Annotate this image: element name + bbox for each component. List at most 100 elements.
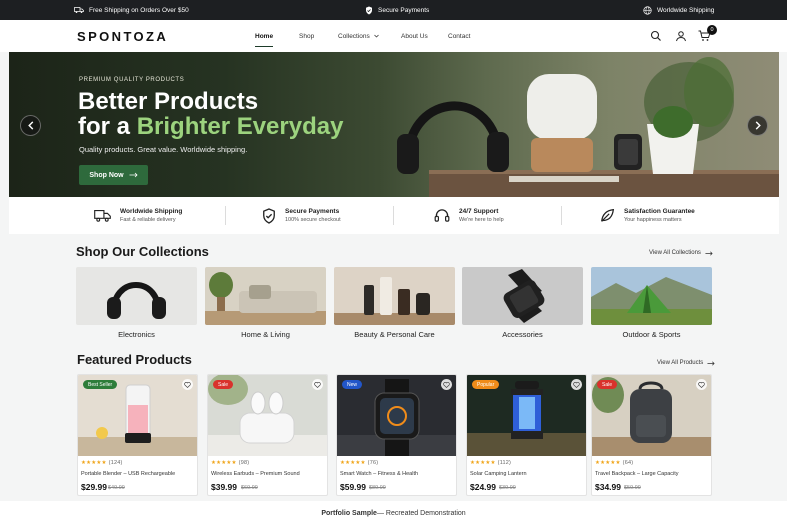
hero-title-line1: Better Products bbox=[78, 88, 259, 115]
chevron-down-icon bbox=[374, 34, 379, 38]
feature-title: 24/7 Support bbox=[459, 208, 499, 215]
feature-title: Secure Payments bbox=[285, 208, 340, 215]
footer-text: — Recreated Demonstration bbox=[376, 509, 466, 517]
collection-card-accessories[interactable]: Accessories bbox=[462, 267, 583, 339]
feature-subtitle: Your happiness matters bbox=[624, 217, 682, 223]
user-icon[interactable] bbox=[675, 30, 687, 42]
feature-subtitle: We're here to help bbox=[459, 217, 504, 223]
wishlist-button[interactable] bbox=[571, 379, 582, 390]
product-card[interactable]: Sale ★★★★★ (98) Wireless Earbuds – Premiu… bbox=[207, 374, 328, 496]
cart-count-badge: 0 bbox=[707, 25, 717, 35]
features-strip: Worldwide Shipping Fast & reliable delive… bbox=[9, 197, 779, 234]
worldwide-shipping-text: Worldwide Shipping bbox=[657, 6, 715, 14]
wishlist-button[interactable] bbox=[441, 379, 452, 390]
feature-subtitle: Fast & reliable delivery bbox=[120, 217, 176, 223]
truck-icon bbox=[94, 209, 111, 222]
wishlist-button[interactable] bbox=[312, 379, 323, 390]
product-rating: ★★★★★ (98) bbox=[211, 460, 249, 466]
collection-label: Outdoor & Sports bbox=[622, 330, 681, 339]
feature-subtitle: 100% secure checkout bbox=[285, 217, 341, 223]
product-price: $39.99 bbox=[211, 482, 237, 492]
collection-card-outdoor[interactable]: Outdoor & Sports bbox=[591, 267, 712, 339]
product-card[interactable]: Sale ★★★★★ (64) Travel Backpack – Large C… bbox=[591, 374, 712, 496]
feature-worldwide-shipping: Worldwide Shipping Fast & reliable delive… bbox=[94, 197, 182, 234]
worldwide-shipping-notice: Worldwide Shipping bbox=[643, 0, 714, 20]
arrow-right-icon bbox=[705, 250, 713, 256]
review-count: (124) bbox=[108, 460, 123, 466]
view-all-products-link[interactable]: View All Products bbox=[657, 360, 715, 366]
product-name[interactable]: Solar Camping Lantern bbox=[470, 471, 527, 477]
wishlist-button[interactable] bbox=[696, 379, 707, 390]
star-rating: ★★★★★ bbox=[340, 460, 366, 466]
product-old-price: $59.99 bbox=[624, 485, 641, 491]
footer-bold-text: Portfolio Sample bbox=[321, 509, 377, 517]
product-card[interactable]: Popular ★★★★★ (112) Solar Camping Lantern… bbox=[466, 374, 587, 496]
collection-card-beauty[interactable]: Beauty & Personal Care bbox=[334, 267, 455, 339]
product-old-price: $89.99 bbox=[369, 485, 386, 491]
collection-label: Beauty & Personal Care bbox=[354, 330, 435, 339]
star-rating: ★★★★★ bbox=[81, 460, 107, 466]
shield-icon bbox=[263, 207, 275, 224]
heart-icon bbox=[184, 381, 191, 388]
review-count: (76) bbox=[367, 460, 379, 466]
product-old-price: $39.99 bbox=[499, 485, 516, 491]
nav-about[interactable]: About Us bbox=[401, 20, 428, 52]
collection-card-electronics[interactable]: Electronics bbox=[76, 267, 197, 339]
arrow-right-icon bbox=[707, 360, 715, 366]
free-shipping-notice: Free Shipping on Orders Over $50 bbox=[74, 0, 189, 20]
hero-subtitle: Quality products. Great value. Worldwide… bbox=[79, 145, 248, 154]
product-price: $34.99 bbox=[595, 482, 621, 492]
collection-image bbox=[76, 267, 197, 325]
view-all-products-label: View All Products bbox=[657, 360, 704, 366]
brand-logo[interactable]: SPONTOZA bbox=[77, 29, 168, 44]
product-name[interactable]: Portable Blender – USB Rechargeable bbox=[81, 471, 175, 477]
product-rating: ★★★★★ (64) bbox=[595, 460, 633, 466]
feature-title: Worldwide Shipping bbox=[120, 208, 183, 215]
heart-icon bbox=[573, 381, 580, 388]
product-rating: ★★★★★ (124) bbox=[81, 460, 123, 466]
chevron-left-icon bbox=[27, 121, 33, 130]
collections-title: Shop Our Collections bbox=[76, 244, 209, 259]
review-count: (98) bbox=[238, 460, 250, 466]
leaf-icon bbox=[601, 208, 615, 222]
product-name[interactable]: Travel Backpack – Large Capacity bbox=[595, 471, 679, 477]
site-header: SPONTOZA Home Shop Collections About Us … bbox=[0, 20, 787, 52]
chevron-right-icon bbox=[755, 121, 761, 130]
product-name[interactable]: Smart Watch – Fitness & Health bbox=[340, 471, 418, 477]
nav-home[interactable]: Home bbox=[255, 20, 274, 52]
product-badge: Best Seller bbox=[83, 380, 118, 389]
product-name[interactable]: Wireless Earbuds – Premium Sound bbox=[211, 471, 300, 477]
divider bbox=[561, 206, 562, 225]
product-rating: ★★★★★ (112) bbox=[470, 460, 511, 466]
secure-payments-text: Secure Payments bbox=[378, 6, 430, 14]
hero-title-accent: Brighter Everyday bbox=[136, 113, 344, 140]
review-count: (112) bbox=[497, 460, 512, 466]
heart-icon bbox=[443, 381, 450, 388]
collection-image bbox=[205, 267, 326, 325]
search-icon[interactable] bbox=[650, 30, 662, 42]
product-badge: Sale bbox=[597, 380, 618, 389]
headset-icon bbox=[434, 209, 450, 222]
heart-icon bbox=[698, 381, 705, 388]
secure-payments-notice: Secure Payments bbox=[365, 0, 429, 20]
hero-prev-button[interactable] bbox=[20, 115, 41, 136]
feature-secure-payments: Secure Payments 100% secure checkout bbox=[262, 197, 341, 234]
nav-collections[interactable]: Collections bbox=[338, 20, 379, 52]
view-all-collections-link[interactable]: View All Collections bbox=[649, 250, 713, 256]
product-price: $29.99 bbox=[81, 482, 107, 492]
collection-card-home-living[interactable]: Home & Living bbox=[205, 267, 326, 339]
divider bbox=[393, 206, 394, 225]
product-old-price: $69.99 bbox=[241, 485, 258, 491]
hero-eyebrow: PREMIUM QUALITY PRODUCTS bbox=[79, 77, 185, 83]
hero-title-line2: for a Brighter Everyday bbox=[78, 114, 343, 139]
review-count: (64) bbox=[622, 460, 634, 466]
nav-contact[interactable]: Contact bbox=[448, 20, 470, 52]
hero-next-button[interactable] bbox=[747, 115, 768, 136]
wishlist-button[interactable] bbox=[182, 379, 193, 390]
product-card[interactable]: Best Seller ★★★★★ (124) Portable Blender … bbox=[77, 374, 198, 496]
product-card[interactable]: New ★★★★★ (76) Smart Watch – Fitness & He… bbox=[336, 374, 457, 496]
collection-image bbox=[334, 267, 455, 325]
nav-shop[interactable]: Shop bbox=[299, 20, 314, 52]
shop-now-button[interactable]: Shop Now bbox=[79, 165, 148, 185]
truck-icon bbox=[74, 7, 84, 14]
